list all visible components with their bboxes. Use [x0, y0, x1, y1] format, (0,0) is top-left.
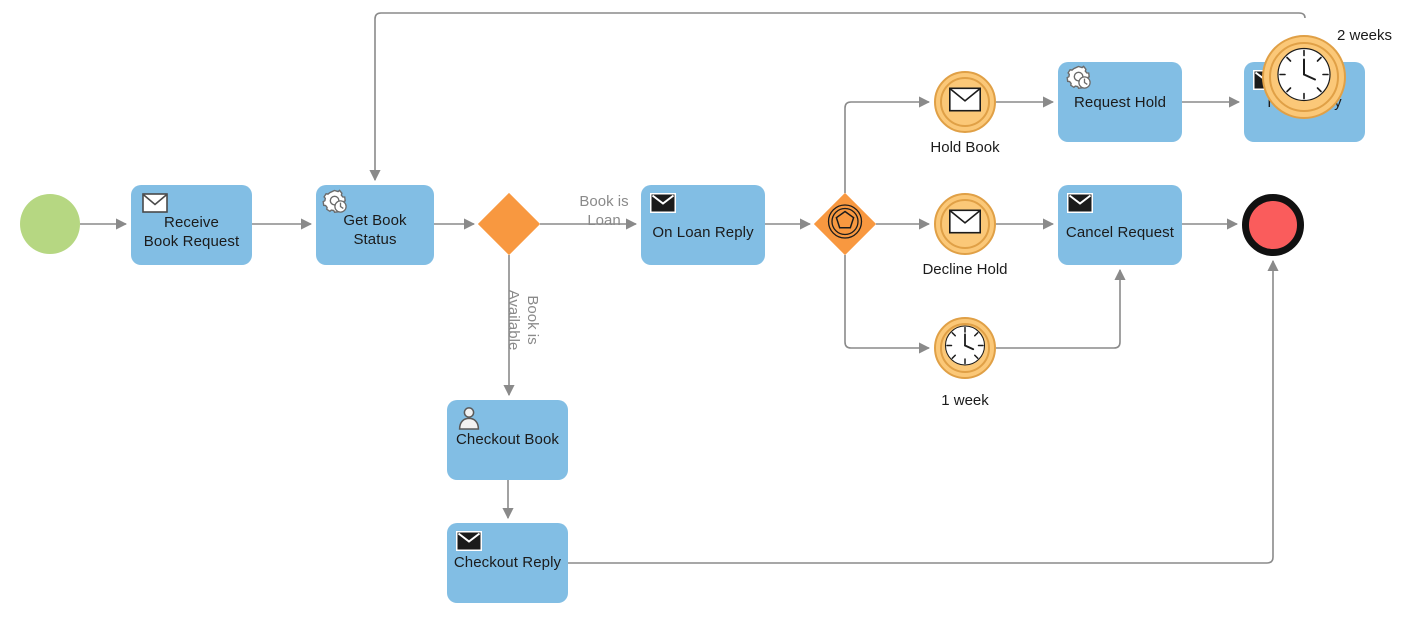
- task-label-line2: Status: [353, 231, 397, 248]
- envelope-icon: [142, 193, 168, 213]
- bpmn-diagram-canvas: Receive Book Request Get Book Status Boo…: [0, 0, 1412, 621]
- gateway-event-based[interactable]: [813, 192, 877, 256]
- flow-checkoutreply-to-end: [568, 259, 1279, 564]
- flow-label-text: Book is Available: [505, 289, 541, 351]
- task-label: On Loan Reply: [652, 224, 754, 241]
- gateway-book-availability[interactable]: [477, 192, 541, 256]
- start-event[interactable]: [20, 194, 80, 254]
- envelope-icon: [650, 193, 676, 213]
- task-checkout-reply[interactable]: Checkout Reply: [447, 523, 568, 603]
- gateway-diamond: [477, 192, 541, 256]
- event-label-decline-hold: Decline Hold: [922, 261, 1008, 278]
- task-request-hold[interactable]: Request Hold: [1058, 62, 1182, 142]
- task-label-line2: Book Request: [143, 233, 240, 250]
- envelope-icon: [1067, 193, 1093, 213]
- envelope-icon: [949, 209, 981, 239]
- task-label-line1: Receive: [164, 214, 219, 231]
- envelope-icon: [456, 531, 482, 551]
- flow-oneweek-to-cancelrequest: [996, 268, 1126, 349]
- task-get-book-status[interactable]: Get Book Status: [316, 185, 434, 265]
- event-label-hold-book: Hold Book: [930, 139, 1000, 156]
- envelope-icon: [949, 87, 981, 117]
- event-label-one-week: 1 week: [941, 392, 989, 409]
- event-based-gateway-icon: [827, 204, 863, 245]
- intermediate-timer-event-one-week[interactable]: [934, 317, 996, 379]
- task-cancel-request[interactable]: Cancel Request: [1058, 185, 1182, 265]
- boundary-event-label-two-weeks: 2 weeks: [1337, 27, 1393, 44]
- task-checkout-book[interactable]: Checkout Book: [447, 400, 568, 480]
- task-label: Checkout Reply: [453, 554, 562, 571]
- task-receive-book-request[interactable]: Receive Book Request: [131, 185, 252, 265]
- intermediate-event-hold-book[interactable]: [934, 71, 996, 133]
- clock-icon: [944, 325, 986, 372]
- sequence-flow-layer: [80, 12, 1306, 564]
- intermediate-event-decline-hold[interactable]: [934, 193, 996, 255]
- task-label: Get Book Status: [316, 211, 434, 249]
- task-on-loan-reply[interactable]: On Loan Reply: [641, 185, 765, 265]
- end-event[interactable]: [1242, 194, 1304, 256]
- task-label: Request Hold: [1073, 94, 1167, 111]
- clock-icon: [1276, 47, 1332, 108]
- flow-label-book-is-available: Book is Available: [505, 274, 561, 366]
- gear-icon: [1066, 64, 1096, 94]
- task-label: Checkout Book: [455, 431, 560, 448]
- user-icon: [457, 406, 481, 430]
- task-label-line1: Get Book: [343, 212, 407, 229]
- boundary-timer-event-two-weeks[interactable]: [1262, 35, 1346, 119]
- task-label: Receive Book Request: [131, 213, 252, 251]
- task-label: Cancel Request: [1065, 224, 1175, 241]
